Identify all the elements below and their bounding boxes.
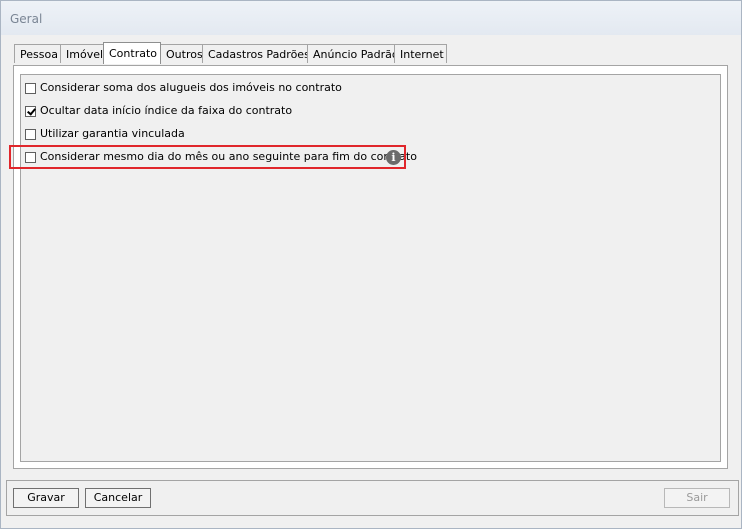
cancel-button[interactable]: Cancelar bbox=[85, 488, 151, 508]
option-sum-rents[interactable]: Considerar soma dos alugueis dos imóveis… bbox=[25, 79, 342, 97]
checkbox-hide-index-start-date[interactable] bbox=[25, 105, 36, 117]
checkbox-sum-rents[interactable] bbox=[25, 82, 36, 94]
exit-button[interactable]: Sair bbox=[664, 488, 730, 508]
title-bar[interactable]: Geral bbox=[1, 1, 741, 35]
option-hide-index-start-date[interactable]: Ocultar data início índice da faixa do c… bbox=[25, 102, 292, 120]
info-icon[interactable]: i bbox=[386, 150, 401, 165]
save-button[interactable]: Gravar bbox=[13, 488, 79, 508]
checkbox-same-day-next-period[interactable] bbox=[25, 151, 36, 163]
window-title: Geral bbox=[10, 12, 43, 26]
settings-window: Geral Pessoa Imóvel Contrato Outros Cada… bbox=[0, 0, 742, 529]
tab-imovel[interactable]: Imóvel bbox=[60, 44, 104, 63]
tab-contrato[interactable]: Contrato bbox=[103, 42, 161, 64]
option-label: Utilizar garantia vinculada bbox=[40, 127, 185, 140]
tab-internet[interactable]: Internet bbox=[394, 44, 447, 63]
button-bar: Gravar Cancelar Sair bbox=[6, 480, 739, 516]
tab-pessoa[interactable]: Pessoa bbox=[14, 44, 61, 63]
option-label: Considerar soma dos alugueis dos imóveis… bbox=[40, 81, 342, 94]
option-linked-guarantee[interactable]: Utilizar garantia vinculada bbox=[25, 125, 185, 143]
tab-outros[interactable]: Outros bbox=[160, 44, 203, 63]
option-same-day-next-period[interactable]: Considerar mesmo dia do mês ou ano segui… bbox=[25, 148, 417, 166]
tab-cadastros-padroes[interactable]: Cadastros Padrões bbox=[202, 44, 310, 63]
checkbox-linked-guarantee[interactable] bbox=[25, 128, 36, 140]
option-label: Considerar mesmo dia do mês ou ano segui… bbox=[40, 150, 417, 163]
option-label: Ocultar data início índice da faixa do c… bbox=[40, 104, 293, 117]
tab-anuncio-padrao[interactable]: Anúncio Padrão bbox=[307, 44, 399, 63]
